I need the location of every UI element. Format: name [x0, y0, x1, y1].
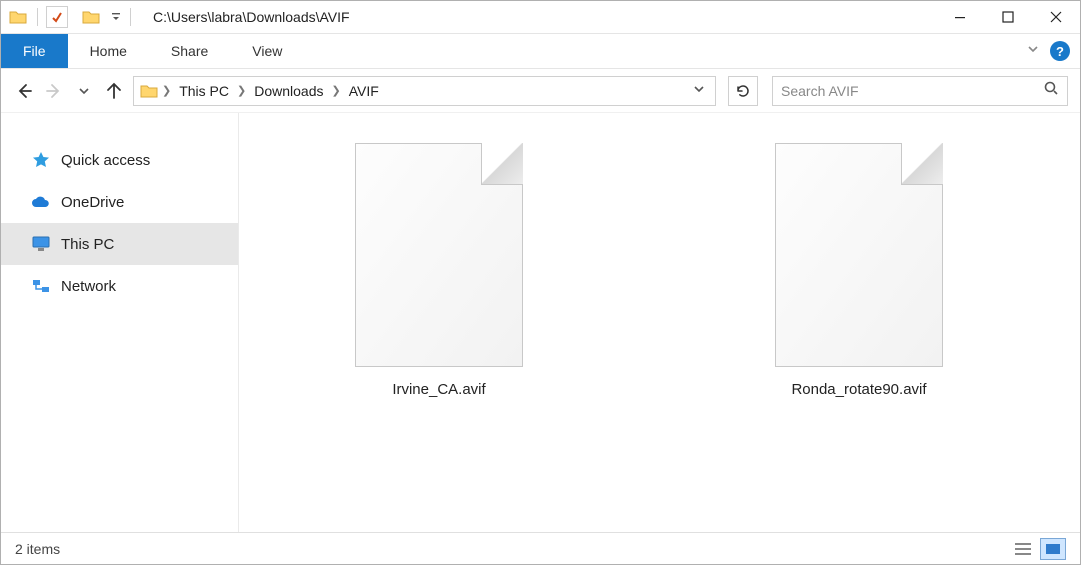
search-icon[interactable]: [1043, 80, 1059, 101]
network-icon: [31, 278, 51, 294]
refresh-button[interactable]: [728, 76, 758, 106]
item-count: 2 items: [15, 541, 60, 557]
folder-icon: [138, 84, 160, 98]
breadcrumb-avif[interactable]: AVIF: [343, 83, 385, 99]
file-item[interactable]: Irvine_CA.avif: [249, 143, 629, 398]
explorer-window: C:\Users\labra\Downloads\AVIF File Home …: [0, 0, 1081, 565]
minimize-button[interactable]: [936, 1, 984, 33]
back-button[interactable]: [13, 80, 35, 102]
up-button[interactable]: [103, 80, 125, 102]
details-view-button[interactable]: [1010, 538, 1036, 560]
sidebar-item-quick-access[interactable]: Quick access: [1, 139, 238, 181]
forward-button[interactable]: [43, 80, 65, 102]
crumb-sep-icon[interactable]: ❯: [330, 84, 343, 97]
crumb-sep-icon[interactable]: ❯: [235, 84, 248, 97]
address-bar[interactable]: ❯ This PC ❯ Downloads ❯ AVIF: [133, 76, 716, 106]
breadcrumb-this-pc[interactable]: This PC: [173, 83, 235, 99]
icons-view-button[interactable]: [1040, 538, 1066, 560]
navigation-row: ❯ This PC ❯ Downloads ❯ AVIF: [1, 69, 1080, 113]
sidebar-item-label: Network: [61, 278, 116, 295]
cloud-icon: [31, 195, 51, 209]
quick-access-toolbar: [46, 6, 122, 28]
status-bar: 2 items: [1, 532, 1080, 564]
search-input[interactable]: [781, 83, 1043, 99]
tab-view[interactable]: View: [230, 34, 304, 68]
file-name: Ronda_rotate90.avif: [791, 381, 926, 398]
separator: [130, 8, 131, 26]
tab-file[interactable]: File: [1, 34, 68, 68]
separator: [37, 8, 38, 26]
tab-home[interactable]: Home: [68, 34, 149, 68]
file-item[interactable]: Ronda_rotate90.avif: [669, 143, 1049, 398]
window-controls: [936, 1, 1080, 33]
sidebar-item-label: This PC: [61, 236, 114, 253]
navigation-pane: Quick access OneDrive This PC Network: [1, 113, 239, 532]
crumb-sep-icon[interactable]: ❯: [160, 84, 173, 97]
view-toggles: [1010, 538, 1066, 560]
recent-dropdown[interactable]: [73, 80, 95, 102]
sidebar-item-this-pc[interactable]: This PC: [1, 223, 238, 265]
tab-share[interactable]: Share: [149, 34, 230, 68]
qat-dropdown[interactable]: [110, 12, 122, 22]
ribbon-expand-icon[interactable]: [1026, 42, 1040, 61]
help-button[interactable]: ?: [1050, 41, 1070, 61]
ribbon-right: ?: [1026, 34, 1080, 68]
file-list[interactable]: Irvine_CA.avif Ronda_rotate90.avif: [239, 113, 1080, 532]
search-box[interactable]: [772, 76, 1068, 106]
breadcrumb-downloads[interactable]: Downloads: [248, 83, 329, 99]
file-icon: [355, 143, 523, 367]
maximize-button[interactable]: [984, 1, 1032, 33]
star-icon: [31, 151, 51, 169]
sidebar-item-network[interactable]: Network: [1, 265, 238, 307]
title-bar: C:\Users\labra\Downloads\AVIF: [1, 1, 1080, 34]
title-left: C:\Users\labra\Downloads\AVIF: [1, 1, 350, 33]
window-title: C:\Users\labra\Downloads\AVIF: [153, 9, 350, 25]
sidebar-item-label: Quick access: [61, 152, 150, 169]
sidebar-item-onedrive[interactable]: OneDrive: [1, 181, 238, 223]
folder-icon: [7, 10, 29, 24]
ribbon: File Home Share View ?: [1, 34, 1080, 69]
monitor-icon: [31, 236, 51, 252]
properties-button[interactable]: [46, 6, 68, 28]
body: Quick access OneDrive This PC Network: [1, 113, 1080, 532]
address-dropdown[interactable]: [687, 82, 711, 100]
sidebar-item-label: OneDrive: [61, 194, 124, 211]
file-name: Irvine_CA.avif: [392, 381, 485, 398]
folder-icon: [80, 10, 102, 24]
file-icon: [775, 143, 943, 367]
close-button[interactable]: [1032, 1, 1080, 33]
